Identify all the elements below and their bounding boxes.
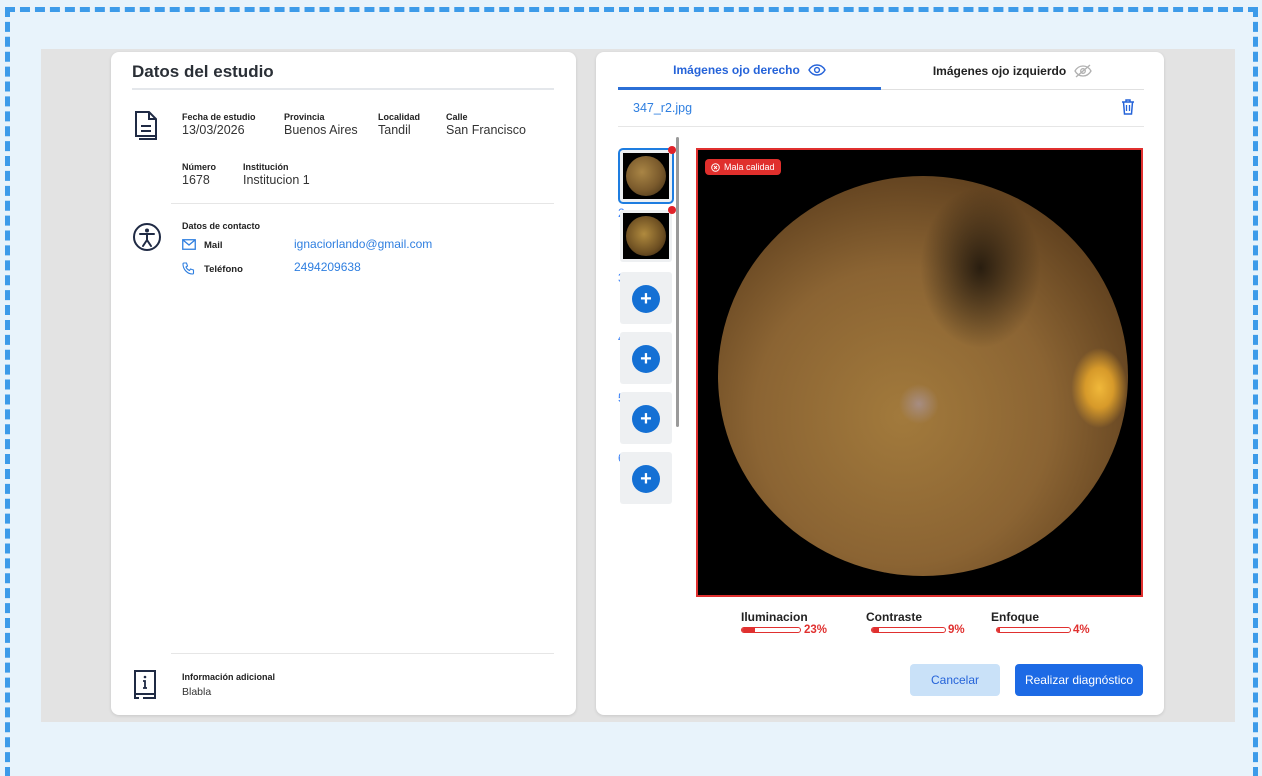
metric-fill — [997, 628, 1000, 632]
accessibility-icon — [133, 223, 161, 251]
metric-label: Iluminacion — [741, 610, 808, 624]
metric-bar — [996, 627, 1071, 633]
thumbnail-slot-4[interactable]: + — [620, 332, 672, 384]
institution-value: Institucion 1 — [243, 173, 310, 187]
add-image-button[interactable]: + — [632, 345, 660, 373]
mail-link[interactable]: ignaciorlando@gmail.com — [294, 237, 432, 251]
number-label: Número — [182, 162, 217, 172]
province-label: Provincia — [284, 112, 325, 122]
thumbnail-image — [623, 213, 669, 259]
metric-fill — [872, 628, 879, 632]
fundus-image-viewer[interactable]: Mala calidad — [696, 148, 1143, 597]
cancel-button[interactable]: Cancelar — [910, 664, 1000, 696]
study-date-value: 13/03/2026 — [182, 123, 245, 137]
thumbnail-image — [623, 153, 669, 199]
tab-right-eye[interactable]: Imágenes ojo derecho — [618, 52, 881, 90]
metric-label: Enfoque — [991, 610, 1039, 624]
thumbnail-2[interactable] — [620, 206, 676, 262]
institution-label: Institución — [243, 162, 289, 172]
metric-percent: 9% — [948, 624, 965, 636]
quality-flag-dot — [668, 146, 676, 154]
eye-icon — [808, 63, 826, 76]
eye-off-icon — [1074, 64, 1092, 77]
title-divider — [132, 88, 554, 90]
metric-label: Contraste — [866, 610, 923, 624]
info-book-icon — [134, 670, 156, 699]
add-image-button[interactable]: + — [632, 405, 660, 433]
metric-percent: 23% — [804, 624, 828, 636]
section-divider-bottom — [171, 653, 554, 654]
tab-left-eye[interactable]: Imágenes ojo izquierdo — [881, 52, 1144, 90]
fundus-image — [718, 176, 1128, 576]
locality-label: Localidad — [378, 112, 421, 122]
thumbnail-slot-5[interactable]: + — [620, 392, 672, 444]
section-divider — [171, 203, 554, 204]
metric-illumination: Iluminacion 23% — [741, 610, 827, 636]
add-image-button[interactable]: + — [632, 465, 660, 493]
additional-info-value: Blabla — [182, 686, 212, 698]
quality-badge-text: Mala calidad — [724, 162, 775, 172]
file-divider — [618, 126, 1144, 127]
street-value: San Francisco — [446, 123, 526, 137]
metric-fill — [742, 628, 756, 632]
error-circle-icon — [711, 162, 720, 172]
tab-left-eye-label: Imágenes ojo izquierdo — [932, 63, 1067, 78]
thumbnail-slot-3[interactable]: + — [620, 272, 672, 324]
metric-bar — [741, 627, 801, 633]
province-value: Buenos Aires — [284, 123, 358, 137]
locality-value: Tandil — [378, 123, 411, 137]
contact-heading: Datos de contacto — [182, 221, 261, 231]
study-date-label: Fecha de estudio — [182, 112, 256, 122]
thumbnail-list: 1 2 3 + 4 + 5 + 6 + — [618, 144, 682, 549]
number-value: 1678 — [182, 173, 210, 187]
metric-bar — [871, 627, 946, 633]
trash-icon[interactable] — [1121, 98, 1135, 115]
add-image-button[interactable]: + — [632, 285, 660, 313]
metric-contrast: Contraste 9% — [866, 610, 965, 636]
document-icon — [135, 111, 157, 140]
quality-flag-dot — [668, 206, 676, 214]
thumbnail-1[interactable] — [618, 146, 676, 204]
mail-icon — [182, 239, 196, 250]
additional-info-label: Información adicional — [182, 672, 276, 682]
metric-focus: Enfoque 4% — [991, 610, 1090, 636]
mail-label: Mail — [204, 240, 223, 251]
study-data-card: Datos del estudio Fecha de estudio 13/03… — [111, 52, 576, 715]
metric-percent: 4% — [1073, 624, 1090, 636]
thumbnail-slot-6[interactable]: + — [620, 452, 672, 504]
phone-label: Teléfono — [204, 264, 243, 275]
tab-right-eye-label: Imágenes ojo derecho — [673, 62, 800, 77]
card-title: Datos del estudio — [132, 62, 274, 81]
quality-badge: Mala calidad — [705, 159, 781, 175]
street-label: Calle — [446, 112, 468, 122]
file-name: 347_r2.jpg — [633, 101, 693, 115]
phone-link[interactable]: 2494209638 — [294, 260, 361, 274]
phone-icon — [182, 262, 195, 275]
images-card: Imágenes ojo derecho Imágenes ojo izquie… — [596, 52, 1164, 715]
diagnose-button[interactable]: Realizar diagnóstico — [1015, 664, 1143, 696]
